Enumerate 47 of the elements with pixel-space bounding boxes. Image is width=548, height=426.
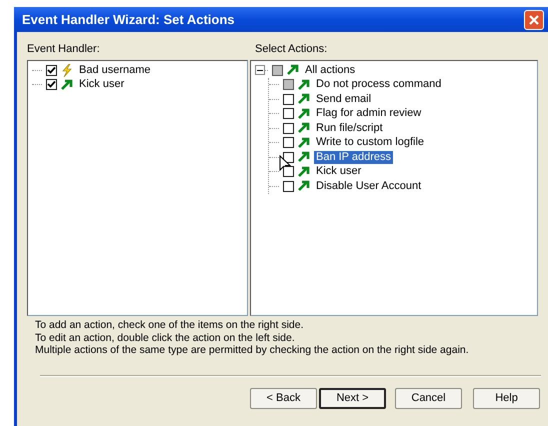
event-handler-tree[interactable]: Bad username Kick user: [27, 60, 248, 316]
tree-item[interactable]: Flag for admin review: [314, 107, 424, 120]
checkbox[interactable]: [272, 64, 283, 76]
tree-item[interactable]: Disable User Account: [314, 180, 424, 193]
checkbox[interactable]: [283, 166, 294, 178]
window-title: Event Handler Wizard: Set Actions: [22, 12, 234, 27]
tree-item[interactable]: All actions: [303, 64, 358, 77]
tree-item[interactable]: Do not process command: [314, 78, 444, 92]
arrow-icon: [298, 151, 310, 164]
arrow-icon: [298, 108, 310, 120]
instruction-text: Multiple actions of the same type are permitted by checking the action on the right side again.: [35, 344, 470, 356]
arrow-icon: [298, 136, 310, 149]
wizard-button[interactable]: Help: [473, 388, 540, 408]
checkbox[interactable]: [46, 64, 57, 76]
close-icon: [528, 14, 540, 26]
arrow-icon: [298, 180, 310, 192]
close-button[interactable]: [524, 10, 544, 30]
checkbox[interactable]: [283, 79, 294, 90]
checkbox[interactable]: [283, 122, 294, 134]
checkbox[interactable]: [283, 137, 294, 148]
tree-item[interactable]: Run file/script: [314, 122, 385, 135]
tree-item[interactable]: Send email: [314, 92, 374, 106]
wizard-button[interactable]: < Back: [250, 388, 317, 408]
collapse-toggle[interactable]: [255, 65, 265, 76]
wizard-button[interactable]: Cancel: [395, 388, 462, 408]
instruction-text: To add an action, check one of the items on the right side.: [35, 319, 304, 332]
checkbox[interactable]: [46, 79, 57, 90]
wizard-button[interactable]: Next >: [319, 388, 386, 408]
tree-item[interactable]: Kick user: [314, 165, 364, 178]
tree-item[interactable]: Write to custom logfile: [314, 136, 426, 150]
tree-item[interactable]: Ban IP address: [314, 150, 394, 164]
arrow-icon: [61, 78, 73, 91]
checkbox[interactable]: [283, 180, 294, 192]
tree-item[interactable]: Bad username: [77, 64, 153, 77]
arrow-icon: [298, 122, 310, 134]
lightning-icon: [61, 64, 73, 77]
arrow-icon: [298, 93, 310, 106]
tree-item[interactable]: Kick user: [77, 78, 126, 92]
select-actions-label: Select Actions:: [254, 43, 328, 55]
actions-tree[interactable]: All actions Do not process command Send email Flag for admin review Run file/script Write to custom logfile Ban IP address Kick user Disable User Account: [250, 60, 538, 316]
arrow-icon: [298, 166, 310, 178]
event-handler-label: Event Handler:: [27, 43, 101, 55]
arrow-icon: [298, 78, 310, 91]
checkbox[interactable]: [283, 94, 294, 105]
arrow-icon: [287, 64, 299, 76]
instruction-text: To edit an action, double click the action on the left side.: [35, 332, 296, 344]
checkbox[interactable]: [283, 108, 294, 120]
